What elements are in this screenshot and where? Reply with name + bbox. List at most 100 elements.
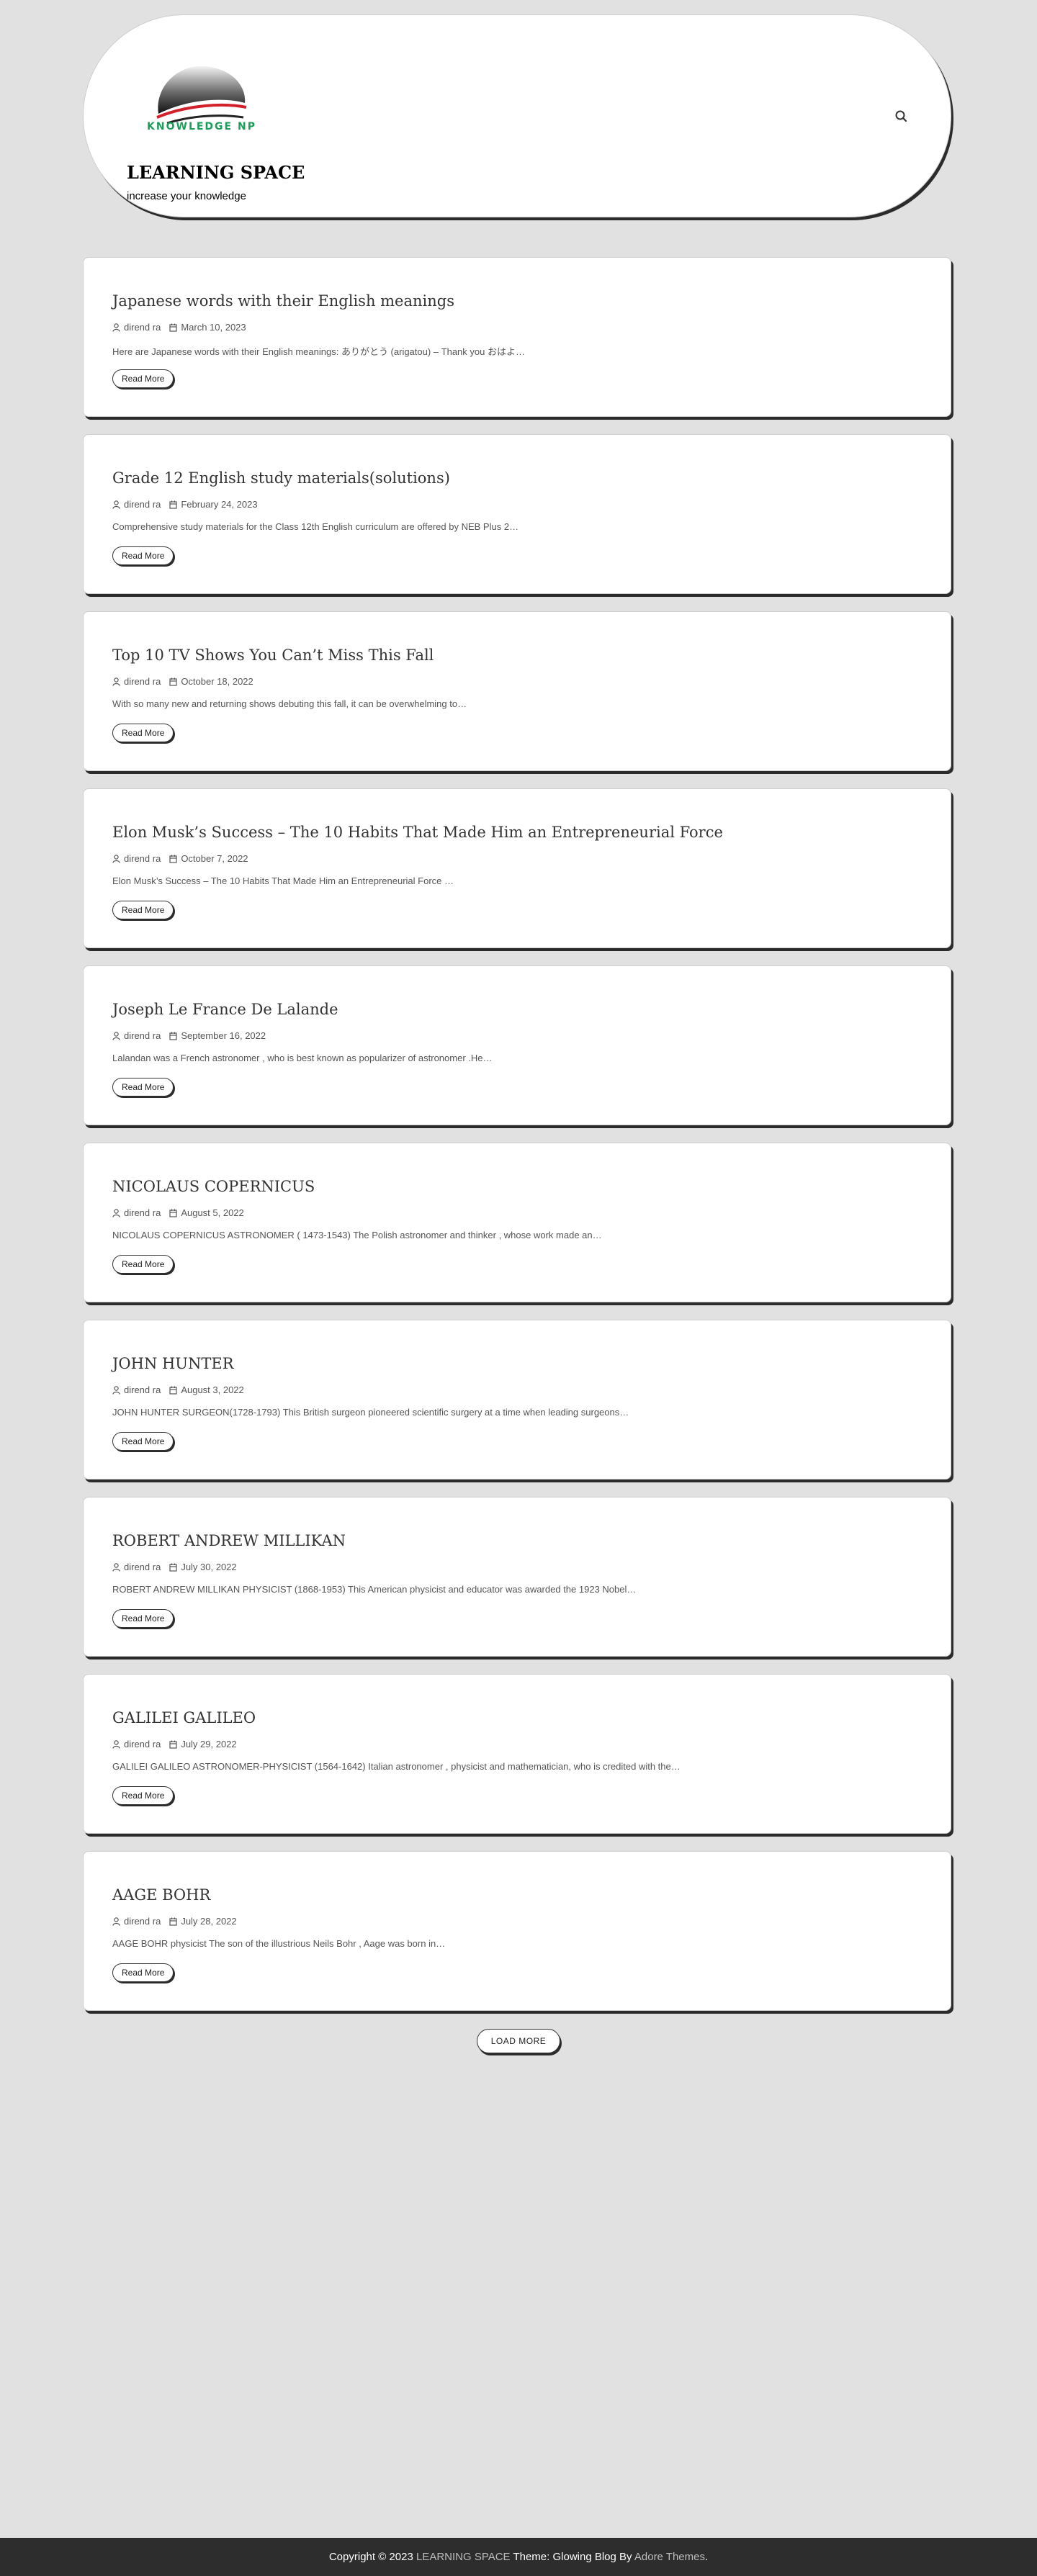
author-icon: [112, 1208, 120, 1217]
calendar-icon: [169, 500, 177, 509]
calendar-icon: [169, 1386, 177, 1395]
load-more-button[interactable]: LOAD MORE: [477, 2029, 560, 2053]
author-icon: [112, 1562, 120, 1572]
post-title[interactable]: AAGE BOHR: [112, 1886, 210, 1904]
post-card: ROBERT ANDREW MILLIKAN dirend ra July 30, …: [83, 1497, 951, 1657]
calendar-icon: [169, 1917, 177, 1926]
post-title[interactable]: ROBERT ANDREW MILLIKAN: [112, 1532, 346, 1549]
post-date[interactable]: July 29, 2022: [169, 1739, 237, 1749]
author-icon: [112, 1031, 120, 1040]
post-meta: dirend ra July 28, 2022: [112, 1916, 246, 1927]
post-author[interactable]: dirend ra: [112, 1030, 161, 1041]
post-author-name[interactable]: dirend ra: [124, 1916, 161, 1927]
read-more-button[interactable]: Read More: [112, 369, 174, 388]
post-date-text[interactable]: September 16, 2022: [181, 1030, 266, 1041]
footer-theme-text: Theme: Glowing Blog By: [510, 2551, 634, 2563]
read-more-button[interactable]: Read More: [112, 1078, 174, 1096]
post-date-text[interactable]: August 5, 2022: [181, 1207, 243, 1218]
calendar-icon: [169, 1032, 177, 1040]
post-author[interactable]: dirend ra: [112, 1562, 161, 1572]
post-title[interactable]: Joseph Le France De Lalande: [112, 1001, 338, 1018]
site-footer: Copyright © 2023 LEARNING SPACE Theme: G…: [0, 2538, 1037, 2576]
footer-site-link[interactable]: LEARNING SPACE: [416, 2551, 511, 2563]
post-author-name[interactable]: dirend ra: [124, 1562, 161, 1572]
post-author-name[interactable]: dirend ra: [124, 1207, 161, 1218]
read-more-button[interactable]: Read More: [112, 1963, 174, 1982]
post-author-name[interactable]: dirend ra: [124, 499, 161, 510]
post-author[interactable]: dirend ra: [112, 853, 161, 864]
post-date-text[interactable]: July 30, 2022: [181, 1562, 236, 1572]
footer-copyright: Copyright © 2023: [328, 2551, 416, 2563]
post-author[interactable]: dirend ra: [112, 1739, 161, 1749]
search-icon[interactable]: [894, 109, 910, 125]
post-author-name[interactable]: dirend ra: [124, 1384, 161, 1395]
post-excerpt: With so many new and returning shows deb…: [112, 698, 467, 709]
post-title[interactable]: GALILEI GALILEO: [112, 1709, 256, 1726]
calendar-icon: [169, 323, 177, 332]
post-date[interactable]: August 3, 2022: [169, 1384, 244, 1395]
post-excerpt: Lalandan was a French astronomer , who i…: [112, 1053, 493, 1063]
post-author[interactable]: dirend ra: [112, 676, 161, 687]
post-meta: dirend ra March 10, 2023: [112, 322, 255, 333]
post-date[interactable]: July 28, 2022: [169, 1916, 237, 1927]
post-date-text[interactable]: July 29, 2022: [181, 1739, 236, 1749]
post-author[interactable]: dirend ra: [112, 1916, 161, 1927]
post-author-name[interactable]: dirend ra: [124, 676, 161, 687]
post-date[interactable]: March 10, 2023: [169, 322, 246, 333]
post-date[interactable]: February 24, 2023: [169, 499, 258, 510]
read-more-button[interactable]: Read More: [112, 724, 174, 742]
post-date[interactable]: October 7, 2022: [169, 853, 248, 864]
post-date-text[interactable]: October 7, 2022: [181, 853, 248, 864]
read-more-button[interactable]: Read More: [112, 546, 174, 565]
site-title[interactable]: LEARNING SPACE: [127, 162, 305, 183]
post-excerpt: AAGE BOHR physicist The son of the illus…: [112, 1938, 446, 1949]
post-author[interactable]: dirend ra: [112, 1384, 161, 1395]
post-card: Top 10 TV Shows You Can’t Miss This Fall…: [83, 611, 951, 771]
post-excerpt: Here are Japanese words with their Engli…: [112, 346, 525, 357]
post-title[interactable]: JOHN HUNTER: [112, 1355, 234, 1372]
read-more-button[interactable]: Read More: [112, 1255, 174, 1274]
post-date-text[interactable]: July 28, 2022: [181, 1916, 236, 1927]
post-author-name[interactable]: dirend ra: [124, 322, 161, 333]
post-date-text[interactable]: February 24, 2023: [181, 499, 257, 510]
post-date[interactable]: October 18, 2022: [169, 676, 253, 687]
post-date-text[interactable]: August 3, 2022: [181, 1384, 243, 1395]
post-excerpt: GALILEI GALILEO ASTRONOMER-PHYSICIST (15…: [112, 1761, 681, 1772]
post-meta: dirend ra February 24, 2023: [112, 499, 266, 510]
post-date[interactable]: September 16, 2022: [169, 1030, 266, 1041]
post-card: NICOLAUS COPERNICUS dirend ra August 5, 20…: [83, 1143, 951, 1302]
read-more-button[interactable]: Read More: [112, 901, 174, 919]
post-excerpt: JOHN HUNTER SURGEON(1728-1793) This Brit…: [112, 1407, 629, 1418]
footer-theme-link[interactable]: Adore Themes: [634, 2551, 705, 2563]
read-more-button[interactable]: Read More: [112, 1432, 174, 1451]
site-description: increase your knowledge: [127, 190, 246, 202]
post-card: JOHN HUNTER dirend ra August 3, 2022 JOHN H…: [83, 1320, 951, 1480]
post-date-text[interactable]: March 10, 2023: [181, 322, 246, 333]
post-title[interactable]: Top 10 TV Shows You Can’t Miss This Fall: [112, 647, 434, 664]
post-author-name[interactable]: dirend ra: [124, 853, 161, 864]
author-icon: [112, 1385, 120, 1395]
post-title[interactable]: Japanese words with their English meanin…: [112, 292, 454, 310]
post-title[interactable]: Elon Musk’s Success – The 10 Habits That…: [112, 824, 723, 841]
read-more-button[interactable]: Read More: [112, 1786, 174, 1805]
post-excerpt: Elon Musk’s Success – The 10 Habits That…: [112, 875, 454, 886]
post-author[interactable]: dirend ra: [112, 499, 161, 510]
post-card: AAGE BOHR dirend ra July 28, 2022 AAGE BOHR…: [83, 1851, 951, 2011]
post-meta: dirend ra July 30, 2022: [112, 1562, 246, 1572]
site-header: KNOWLEDGE NP LEARNING SPACE increase you…: [83, 14, 951, 217]
post-author[interactable]: dirend ra: [112, 322, 161, 333]
post-date[interactable]: July 30, 2022: [169, 1562, 237, 1572]
post-author-name[interactable]: dirend ra: [124, 1030, 161, 1041]
post-date-text[interactable]: October 18, 2022: [181, 676, 253, 687]
post-date[interactable]: August 5, 2022: [169, 1207, 244, 1218]
post-author[interactable]: dirend ra: [112, 1207, 161, 1218]
author-icon: [112, 1917, 120, 1926]
post-author-name[interactable]: dirend ra: [124, 1739, 161, 1749]
post-title[interactable]: Grade 12 English study materials(solutio…: [112, 469, 450, 487]
read-more-button[interactable]: Read More: [112, 1609, 174, 1628]
post-card: Elon Musk’s Success – The 10 Habits That…: [83, 788, 951, 948]
post-title[interactable]: NICOLAUS COPERNICUS: [112, 1178, 315, 1195]
post-excerpt: Comprehensive study materials for the Cl…: [112, 521, 519, 532]
post-excerpt: NICOLAUS COPERNICUS ASTRONOMER ( 1473-15…: [112, 1230, 602, 1240]
post-meta: dirend ra July 29, 2022: [112, 1739, 246, 1749]
